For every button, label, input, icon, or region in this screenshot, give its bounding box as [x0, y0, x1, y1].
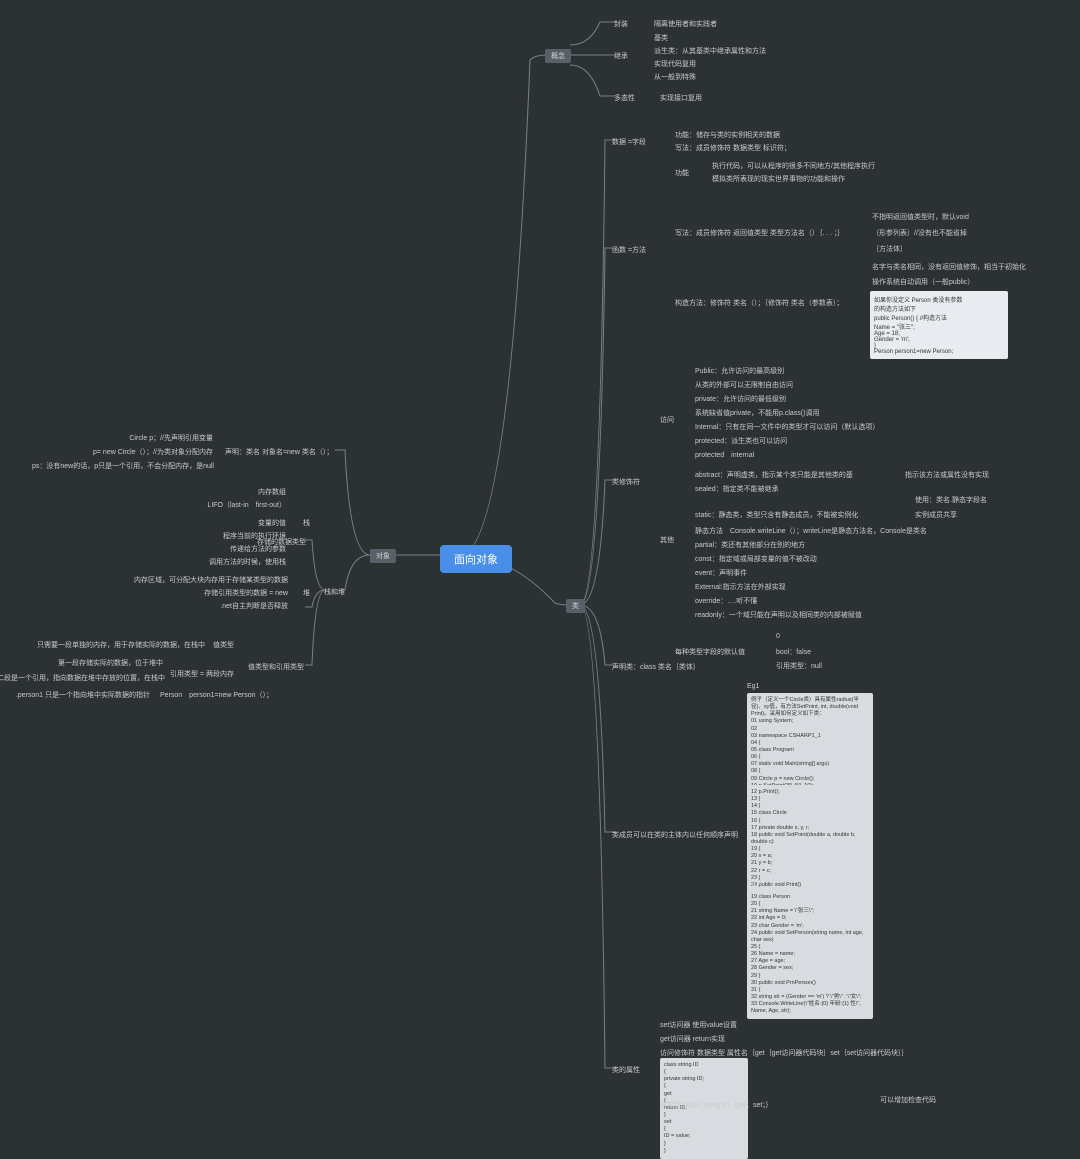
n: （形参列表）//没有也不能省掉	[872, 228, 967, 238]
n: set访问器 使用value设置	[660, 1020, 737, 1030]
n: 构造方法：修饰符 类名（）；｛修饰符 类名（参数表）；	[675, 298, 843, 308]
n: 写法：成员修饰符 返回值类型 类型方法名（）｛. . . ；｝	[675, 228, 845, 238]
n: 程序当前的执行环境	[176, 531, 286, 541]
n: 可以增加检查代码	[880, 1095, 936, 1105]
n: 堆	[303, 588, 310, 598]
connector-lines	[0, 0, 1080, 1109]
n: 内存区域，可分配大块内存用于存储某类型的数据	[100, 575, 288, 585]
n: 其他	[660, 535, 674, 545]
n: 访问修饰符 数据类型 属性名｛get｛get访问器代码块｝set｛set访问器代…	[660, 1048, 909, 1058]
n: override：….听不懂	[695, 596, 757, 606]
n: 第二段是一个引用，指向数据在堆中存放的位置，在栈中	[0, 673, 163, 683]
n: 声明类：class 类名｛类体｝	[612, 662, 700, 672]
n: Eg.2	[747, 880, 761, 887]
n: .person1 只是一个指向堆中实际数据的指针	[0, 690, 150, 700]
n: ps：没有new的话，p只是一个引用，不会分配内存，是null	[17, 461, 214, 471]
n: 多态性	[614, 93, 635, 103]
n: 内存数组	[196, 487, 286, 497]
n: bool：false	[776, 647, 811, 657]
n: 变量的值	[196, 518, 286, 528]
n: 存储引用类型的数据 = new	[145, 588, 288, 598]
n: 栈	[303, 518, 310, 528]
n: 隔离使用者和实践者	[654, 19, 717, 29]
n: Internal：只有在同一文件中的类型才可以访问（默认选项）	[695, 422, 879, 432]
n: 指示该方法或属性没有实现	[905, 470, 989, 480]
n: 实现代码复用	[654, 59, 696, 69]
n: 操作系统自动调用（一般public）	[872, 277, 974, 287]
n: 函数 =方法	[612, 245, 646, 255]
n: Public：允许访问的最高级别	[695, 366, 784, 376]
n: 栈和堆	[324, 587, 345, 597]
n: Eg1	[747, 683, 759, 690]
n: 引用类型 = 两段内存	[170, 669, 234, 679]
n: 从一般到特殊	[654, 72, 696, 82]
n: 系统缺省值private，不能用p.class()调用	[695, 408, 819, 418]
n: LIFO（last-in first-out）	[196, 500, 286, 510]
n: 类成员可以在类的主体内以任何顺序声明	[612, 830, 738, 840]
n: 不指明返回值类型时，默认void	[872, 212, 969, 222]
n: abstract：声明虚类，指示某个类只能是其他类的基	[695, 470, 853, 480]
n: 每种类型字段的默认值	[675, 647, 745, 657]
n: get访问器 return实现	[660, 1034, 725, 1044]
n: 实例成员共享	[915, 510, 957, 520]
n: 基类	[654, 33, 668, 43]
n: 写法：成员修饰符 数据类型 标识符；	[675, 143, 791, 153]
n: 执行代码，可以从程序的很多不同地方/其他程序执行	[712, 161, 875, 171]
n: 从类的外部可以无限制自由访问	[695, 380, 793, 390]
n: readonly：一个域只能在声明以及相同类的内部被赋值	[695, 610, 862, 620]
n: private：允许访问的最低级别	[695, 394, 786, 404]
n: 类修饰符	[612, 477, 640, 487]
n: 类的属性	[612, 1065, 640, 1075]
n: 静态方法 Console.writeLine（）；writeLine是静态方法名…	[695, 526, 927, 536]
n: 封装	[614, 19, 628, 29]
n: 只需要一段单独的内存，用于存储实际的数据，在栈中	[30, 640, 205, 650]
n: event：声明事件	[695, 568, 747, 578]
n: 使用：类名.静态字段名	[915, 495, 987, 505]
n: Person person1=new Person（）；	[160, 690, 273, 700]
n: sealed：指定类不能被继承	[695, 484, 779, 494]
n: const：指定域或局部变量的值不被改动	[695, 554, 817, 564]
n: 模拟类所表现的现实世界事物的功能和操作	[712, 174, 845, 184]
n: .net自主判断是否释放	[195, 601, 288, 611]
root-node[interactable]: 面向对象	[440, 545, 512, 573]
n: 传递给方法的参数	[196, 544, 286, 554]
n: 实现接口复用	[660, 93, 702, 103]
n: 第一段存储实际的数据，位于堆中	[30, 658, 163, 668]
n: 继承	[614, 51, 628, 61]
n: 数据 =字段	[612, 137, 646, 147]
n: 声明：类名 对象名=new 类名（）；	[225, 447, 333, 457]
n: 功能：储存与类的实例相关的数据	[675, 130, 780, 140]
n: External:指示方法在外部实现	[695, 582, 786, 592]
n: 调用方法的时候，使用栈	[176, 557, 286, 567]
n: 值类型和引用类型	[248, 662, 304, 672]
n: p= new Circle（）；//为类对象分配内存	[70, 447, 213, 457]
node-gainian[interactable]: 概念	[545, 49, 571, 63]
n: 功能	[675, 168, 689, 178]
n: 0	[776, 633, 780, 640]
n: 名字与类名相同，没有返回值修饰，相当于初始化	[872, 262, 1026, 272]
node-duixiang[interactable]: 对象	[370, 549, 396, 563]
code-block-1: 如果你没定义 Person 类没有参数 的构造方法如下 public Perso…	[870, 291, 1008, 359]
n: Circle p；//先声明引用变量	[113, 433, 213, 443]
n: ｛方法体｝	[872, 244, 907, 254]
n: partial：类还有其他部分在别的地方	[695, 540, 805, 550]
n: protected internal	[695, 450, 754, 460]
n: 引用类型：null	[776, 661, 822, 671]
n: static：静态类，类型只含有静态成员，不能被实例化	[695, 510, 858, 520]
n: protected：派生类也可以访问	[695, 436, 787, 446]
code-block-eg2: 19 class Person 20 { 21 string Name = \"…	[747, 890, 873, 1019]
n: 值类型	[213, 640, 234, 650]
code-block-eg1b: 12 p.Print(); 13 } 14 } 15 class Circle …	[747, 785, 873, 893]
n: 访问	[660, 415, 674, 425]
node-lei[interactable]: 类	[566, 599, 585, 613]
n: 派生类：从其基类中继承属性和方法	[654, 46, 766, 56]
